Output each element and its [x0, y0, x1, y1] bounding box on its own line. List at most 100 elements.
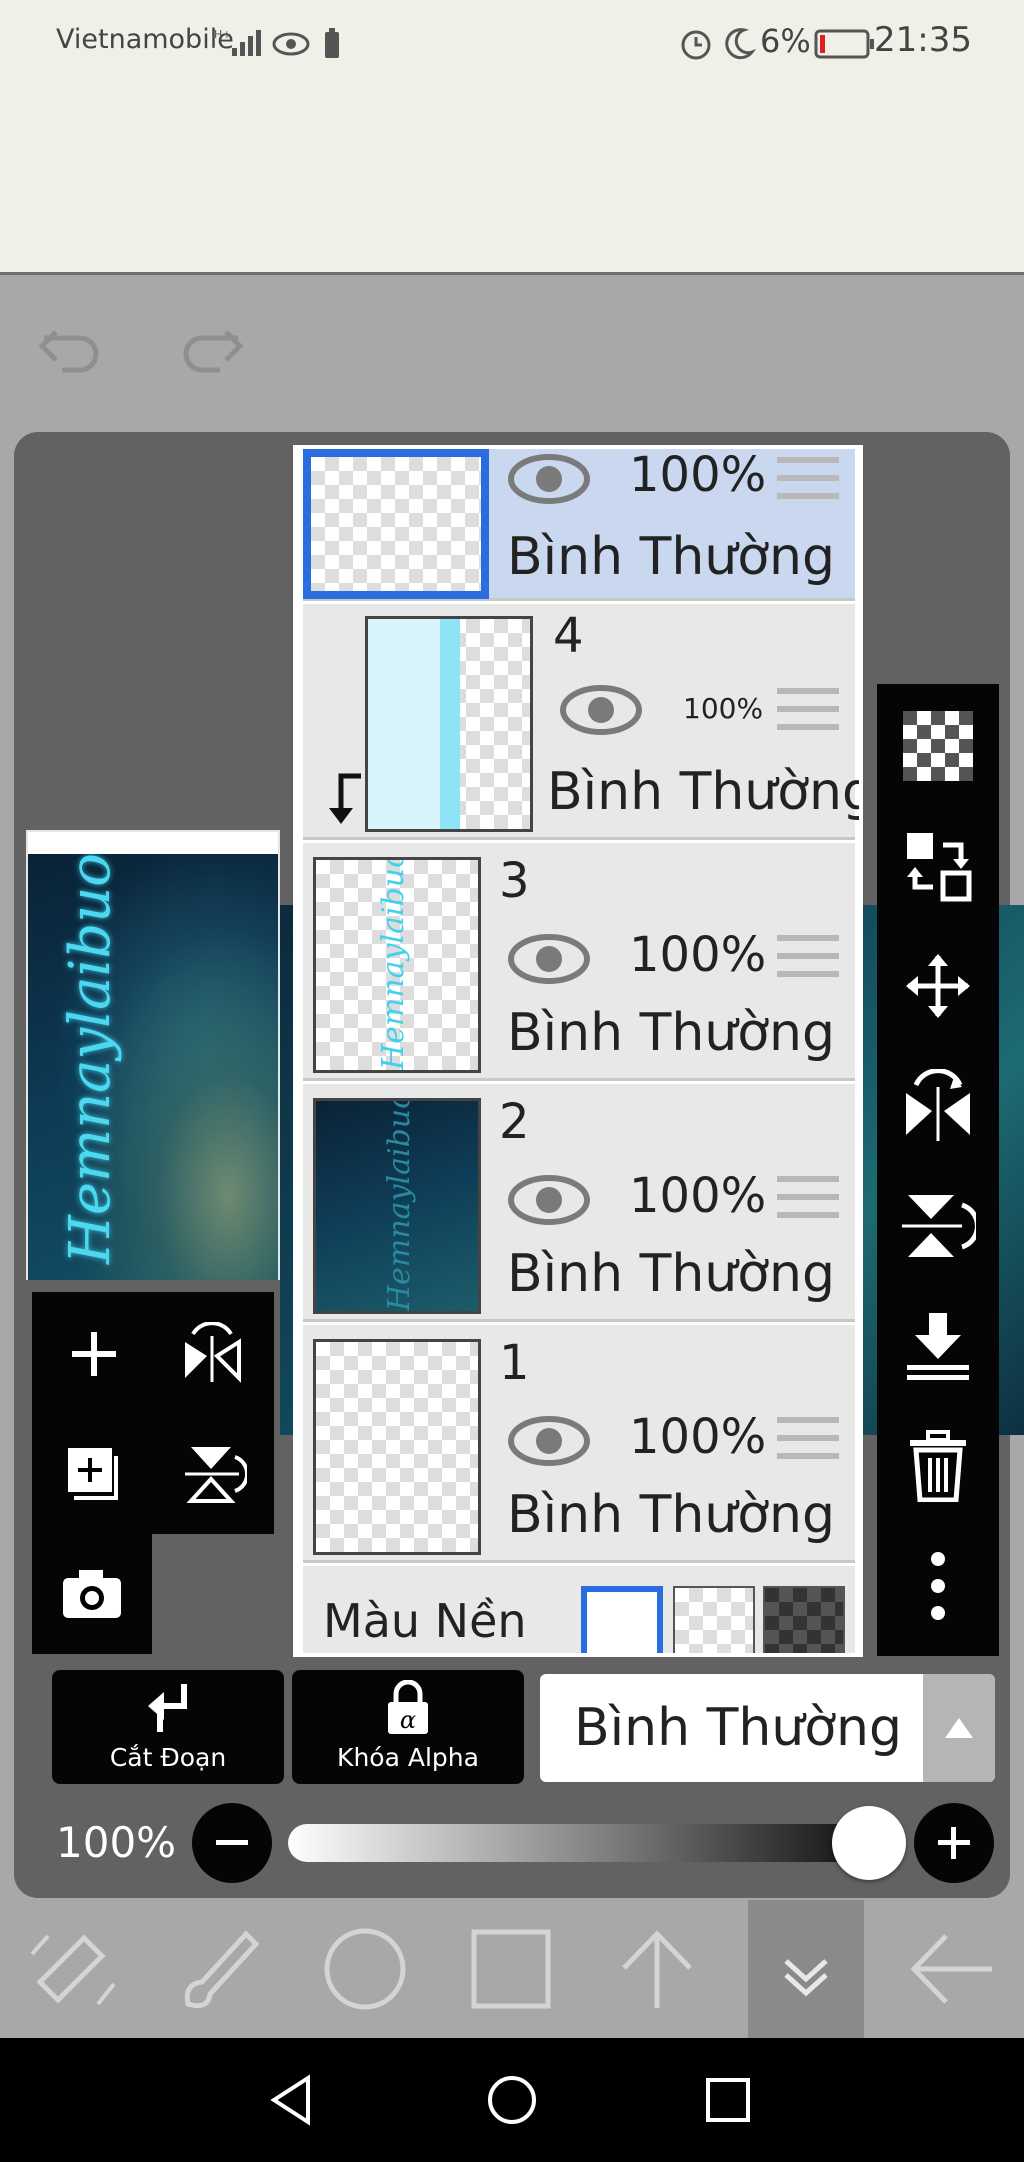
layers-list: 100% Bình Thường 4 100% Bình Thường Hemn… — [293, 445, 863, 1657]
transfer-icon[interactable] — [898, 826, 978, 906]
opacity-increase-button[interactable] — [914, 1803, 994, 1883]
background-dark-option[interactable] — [763, 1586, 845, 1653]
layer-number: 2 — [499, 1094, 530, 1150]
carrier-label: Vietnamobile — [56, 24, 234, 55]
layer-thumbnail: Hemnaylaibuon — [313, 857, 481, 1073]
system-nav-bar — [0, 2038, 1024, 2162]
clip-arrow-icon — [148, 1684, 187, 1732]
canvas-preview[interactable]: Hemnaylaibuon — [26, 830, 280, 1280]
background-white-option[interactable] — [581, 1586, 663, 1653]
chevron-down-double-icon[interactable] — [748, 1900, 864, 2038]
plus-icon — [938, 1827, 970, 1859]
thumbnail-text: Hemnaylaibuon — [382, 1098, 417, 1311]
left-toolbox — [32, 1292, 274, 1654]
layer-blend-mode: Bình Thường — [507, 527, 836, 587]
canvas-artwork: Hemnaylaibuon — [28, 854, 278, 1280]
right-toolbar — [877, 684, 999, 1656]
battery-saver-icon — [325, 28, 339, 58]
checker-icon[interactable] — [898, 706, 978, 786]
triangle-up-icon — [945, 1718, 973, 1738]
thumbnail-text: Hemnaylaibuon — [376, 857, 411, 1070]
arrow-up-icon[interactable] — [584, 1900, 730, 2038]
blend-mode-value: Bình Thường — [574, 1698, 903, 1758]
alarm-icon — [681, 30, 711, 60]
status-bar: Vietnamobile H+ 6% 21:35 — [0, 0, 1024, 275]
layer-opacity: 100% — [629, 1168, 767, 1224]
opacity-slider-knob[interactable] — [832, 1806, 906, 1880]
back-arrow-icon[interactable] — [878, 1900, 1024, 2038]
clip-label: Cắt Đoạn — [109, 1743, 227, 1772]
layer-row-3[interactable]: Hemnaylaibuon 3 100% Bình Thường — [303, 843, 855, 1081]
layer-thumbnail — [313, 1339, 481, 1555]
alpha-lock-button[interactable]: α Khóa Alpha — [292, 1670, 524, 1784]
layer-opacity: 100% — [683, 692, 764, 725]
layer-number: 3 — [499, 853, 530, 909]
drag-handle-icon[interactable] — [777, 935, 839, 985]
eye-icon[interactable] — [559, 680, 643, 740]
flip-vertical-icon[interactable] — [898, 1186, 978, 1266]
layer-opacity: 100% — [629, 927, 767, 983]
opacity-slider[interactable] — [288, 1824, 904, 1862]
background-label: Màu Nền — [323, 1594, 527, 1648]
redo-icon[interactable] — [176, 320, 246, 380]
ellipse-icon[interactable] — [292, 1900, 438, 2038]
layer-number: 4 — [553, 608, 584, 664]
background-color-row: Màu Nền — [303, 1566, 855, 1653]
rectangle-icon[interactable] — [438, 1900, 584, 2038]
layer-thumbnail — [303, 449, 489, 599]
blend-mode-select[interactable]: Bình Thường — [540, 1674, 995, 1782]
flip-horizontal-icon[interactable] — [898, 1066, 978, 1146]
more-icon[interactable] — [898, 1546, 978, 1626]
layer-row-4[interactable]: 4 100% Bình Thường — [303, 604, 859, 840]
drag-handle-icon[interactable] — [777, 457, 839, 507]
merge-down-icon[interactable] — [898, 1306, 978, 1386]
eye-icon[interactable] — [507, 929, 591, 989]
eye-icon[interactable] — [507, 449, 591, 509]
move-icon[interactable] — [898, 946, 978, 1026]
nav-home-icon[interactable] — [472, 2060, 552, 2140]
svg-text:α: α — [400, 1706, 416, 1734]
eye-icon — [272, 32, 310, 56]
drag-handle-icon[interactable] — [777, 1176, 839, 1226]
eye-icon[interactable] — [507, 1411, 591, 1471]
clip-button[interactable]: Cắt Đoạn — [52, 1670, 284, 1784]
trash-icon[interactable] — [898, 1426, 978, 1506]
battery-icon — [814, 29, 874, 59]
layer-blend-mode: Bình Thường — [507, 1485, 836, 1545]
nav-back-icon[interactable] — [252, 2060, 332, 2140]
eye-icon[interactable] — [507, 1170, 591, 1230]
opacity-value: 100% — [56, 1818, 177, 1867]
layer-number: 1 — [499, 1335, 530, 1391]
layer-row-top[interactable]: 100% Bình Thường — [303, 449, 855, 601]
flip-layer-vertical-icon[interactable] — [172, 1434, 252, 1514]
add-layer-icon[interactable] — [54, 1314, 134, 1394]
layer-blend-mode: Bình Thường — [547, 762, 863, 822]
layer-opacity: 100% — [629, 447, 767, 503]
clip-arrow-icon — [329, 773, 361, 824]
brush-icon[interactable] — [146, 1900, 292, 2038]
drag-handle-icon[interactable] — [777, 1417, 839, 1467]
minus-icon — [216, 1840, 248, 1845]
lock-icon: α — [388, 1680, 428, 1734]
clock: 21:35 — [874, 20, 972, 60]
layer-row-2[interactable]: Hemnaylaibuon 2 100% Bình Thường — [303, 1084, 855, 1322]
bottom-toolbar — [0, 1900, 1024, 2038]
background-transparent-option[interactable] — [673, 1586, 755, 1653]
opacity-decrease-button[interactable] — [192, 1803, 272, 1883]
layer-row-1[interactable]: 1 100% Bình Thường — [303, 1325, 855, 1563]
blend-mode-dropdown-arrow[interactable] — [923, 1674, 995, 1782]
drag-handle-icon[interactable] — [777, 688, 839, 738]
flip-layer-horizontal-icon[interactable] — [172, 1314, 252, 1394]
camera-icon[interactable] — [52, 1554, 132, 1634]
signal-icon: H+ — [214, 28, 261, 56]
layer-blend-mode: Bình Thường — [507, 1003, 836, 1063]
nav-recents-icon[interactable] — [688, 2060, 768, 2140]
undo-icon[interactable] — [36, 320, 106, 380]
duplicate-layer-icon[interactable] — [54, 1434, 134, 1514]
layer-blend-mode: Bình Thường — [507, 1244, 836, 1304]
layer-thumbnail: Hemnaylaibuon — [313, 1098, 481, 1314]
moon-icon — [725, 28, 756, 60]
svg-text:H+: H+ — [214, 28, 232, 41]
transform-icon[interactable] — [0, 1900, 146, 2038]
layer-thumbnail — [365, 616, 533, 832]
